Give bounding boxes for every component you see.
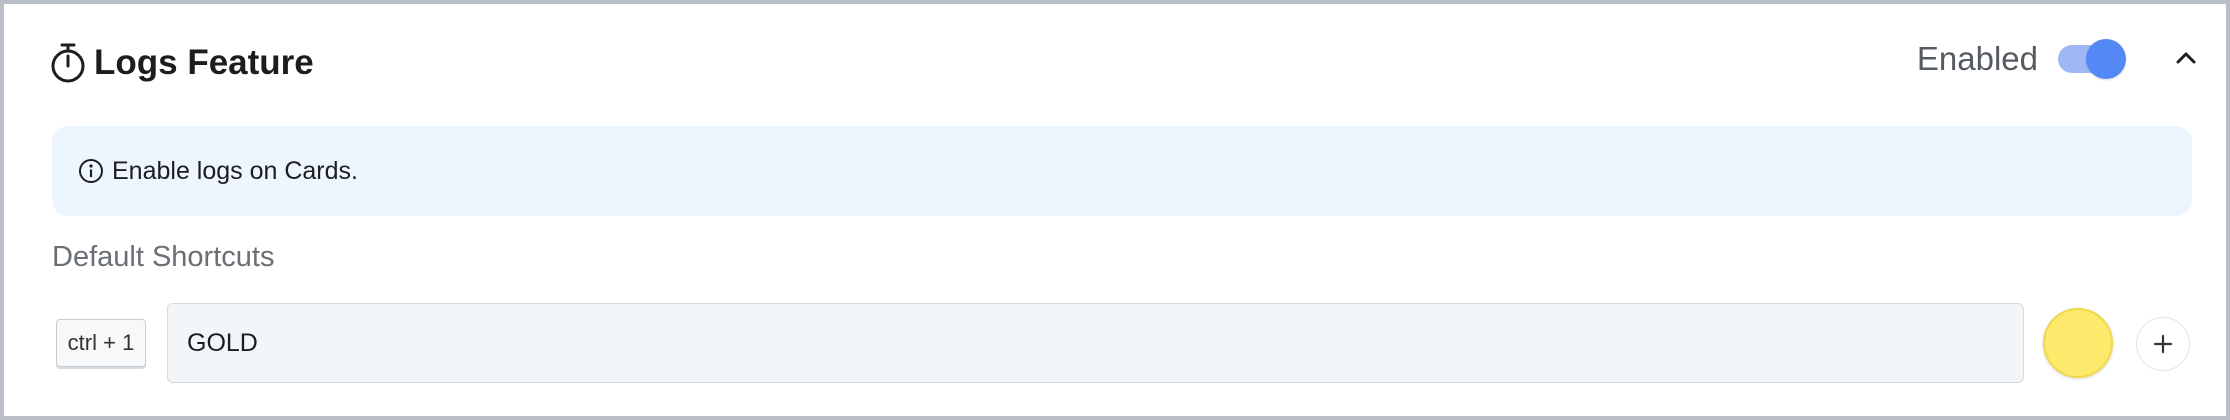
stopwatch-icon	[48, 42, 88, 84]
info-text: Enable logs on Cards.	[112, 157, 358, 185]
status-label: Enabled	[1916, 40, 2038, 77]
section-label: Default Shortcuts	[52, 241, 275, 273]
color-picker-swatch[interactable]	[2043, 308, 2113, 378]
chevron-up-icon[interactable]	[2170, 42, 2202, 74]
plus-icon	[2137, 332, 2189, 356]
feature-title: Logs Feature	[94, 43, 314, 82]
shortcut-name-input[interactable]	[167, 303, 2024, 383]
info-icon	[78, 158, 104, 184]
info-banner: Enable logs on Cards.	[52, 126, 2192, 216]
panel-header: Logs Feature Enabled	[4, 4, 2226, 124]
shortcut-key: ctrl + 1	[56, 319, 146, 367]
add-shortcut-button[interactable]	[2136, 317, 2190, 371]
feature-panel: Logs Feature Enabled Enable logs on Card…	[0, 0, 2230, 420]
toggle-knob[interactable]	[2086, 39, 2126, 79]
